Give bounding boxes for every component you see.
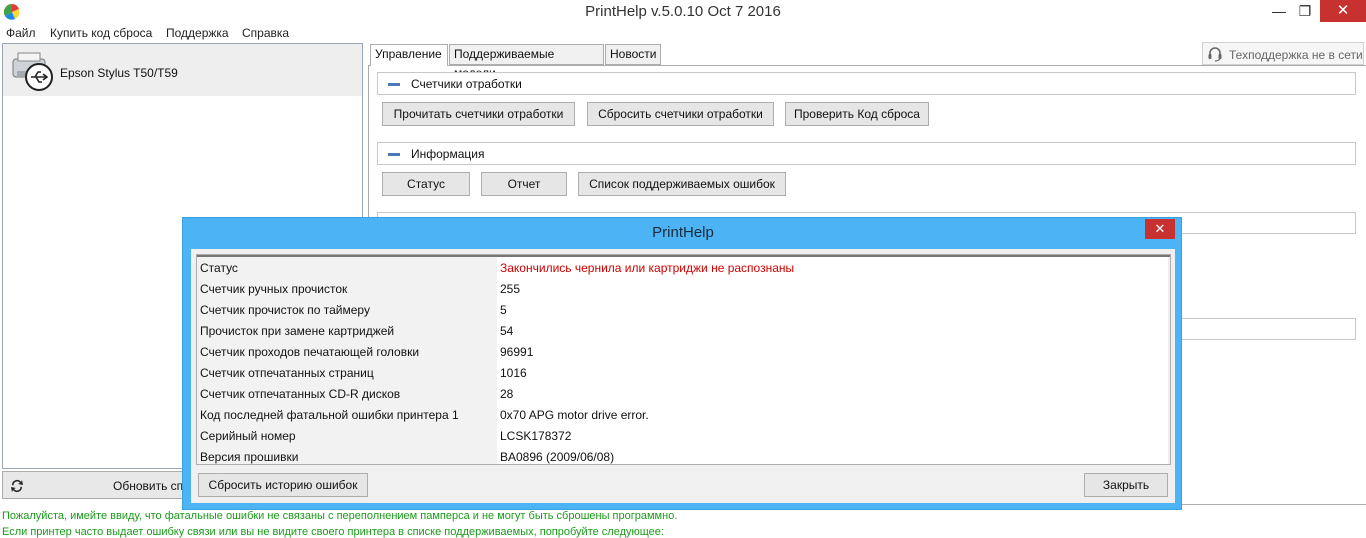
info-value: BA0896 (2009/06/08) xyxy=(500,450,615,464)
dialog-body: Статус Закончились чернила или картриджи… xyxy=(191,249,1175,503)
usb-printer-icon xyxy=(12,52,53,91)
report-button[interactable]: Отчет xyxy=(481,172,567,196)
info-row: Счетчик отпечатанных CD-R дисков 28 xyxy=(197,383,1170,404)
info-row: Счетчик проходов печатающей головки 9699… xyxy=(197,341,1170,362)
info-value: 1016 xyxy=(500,366,527,380)
info-value: 28 xyxy=(500,387,514,401)
info-row: Счетчик ручных прочисток 255 xyxy=(197,278,1170,299)
info-value: 5 xyxy=(500,303,507,317)
info-key: Счетчик прочисток по таймеру xyxy=(200,303,370,317)
info-row: Серийный номер LCSK178372 xyxy=(197,425,1170,446)
window-title: PrintHelp v.5.0.10 Oct 7 2016 xyxy=(585,3,781,20)
info-value: 54 xyxy=(500,324,514,338)
info-row: Прочисток при замене картриджей 54 xyxy=(197,320,1170,341)
headset-icon xyxy=(1208,47,1222,62)
info-row: Счетчик отпечатанных страниц 1016 xyxy=(197,362,1170,383)
info-key: Счетчик ручных прочисток xyxy=(200,282,348,296)
info-key: Версия прошивки xyxy=(200,450,299,464)
info-key: Статус xyxy=(200,261,238,275)
reset-counters-button[interactable]: Сбросить счетчики отработки xyxy=(587,102,774,126)
tab-supported-models[interactable]: Поддерживаемые модели xyxy=(449,44,604,80)
status-info-list: Статус Закончились чернила или картриджи… xyxy=(196,254,1171,465)
status-dialog: PrintHelp ✕ Статус Закончились чернила и… xyxy=(182,217,1182,510)
supported-errors-button[interactable]: Список поддерживаемых ошибок xyxy=(578,172,786,196)
info-value: 96991 xyxy=(500,345,534,359)
close-window-button[interactable]: ✕ xyxy=(1320,0,1366,22)
info-value: 0x70 APG motor drive error. xyxy=(500,408,649,422)
section-counters-title: Счетчики отработки xyxy=(411,77,522,91)
title-bar: PrintHelp v.5.0.10 Oct 7 2016 — ❐ ✕ xyxy=(0,0,1366,24)
check-reset-code-button[interactable]: Проверить Код сброса xyxy=(785,102,929,126)
info-value: Закончились чернила или картриджи не рас… xyxy=(500,261,795,275)
section-info[interactable]: Информация xyxy=(377,142,1356,165)
info-key: Счетчик отпечатанных страниц xyxy=(200,366,374,380)
read-counters-button[interactable]: Прочитать счетчики отработки xyxy=(382,102,575,126)
menu-support[interactable]: Поддержка xyxy=(166,24,229,42)
info-key: Серийный номер xyxy=(200,429,296,443)
status-button[interactable]: Статус xyxy=(382,172,470,196)
list-scrollbar[interactable] xyxy=(1168,257,1170,464)
tab-management[interactable]: Управление xyxy=(370,44,448,66)
info-row: Код последней фатальной ошибки принтера … xyxy=(197,404,1170,425)
status-line: Если принтер часто выдает ошибку связи и… xyxy=(2,526,664,538)
collapse-icon xyxy=(388,83,400,86)
device-name: Epson Stylus T50/T59 xyxy=(60,66,178,80)
info-key: Прочисток при замене картриджей xyxy=(200,324,395,338)
menu-bar: Файл Купить код сброса Поддержка Справка xyxy=(0,24,1366,42)
refresh-icon xyxy=(11,480,23,492)
info-row: Счетчик прочисток по таймеру 5 xyxy=(197,299,1170,320)
info-key: Счетчик отпечатанных CD-R дисков xyxy=(200,387,401,401)
info-key: Код последней фатальной ошибки принтера … xyxy=(200,408,459,422)
section-counters[interactable]: Счетчики отработки xyxy=(377,72,1356,95)
support-status-label: Техподдержка не в сети xyxy=(1229,48,1363,62)
status-line: Пожалуйста, имейте ввиду, что фатальные … xyxy=(2,510,678,522)
info-key: Счетчик проходов печатающей головки xyxy=(200,345,420,359)
tab-news[interactable]: Новости xyxy=(605,44,661,65)
dialog-title: PrintHelp xyxy=(652,224,714,241)
info-value: 255 xyxy=(500,282,521,296)
dialog-close-button[interactable]: ✕ xyxy=(1145,219,1175,239)
menu-file[interactable]: Файл xyxy=(6,24,36,42)
section-info-title: Информация xyxy=(411,147,485,161)
device-list-item[interactable]: Epson Stylus T50/T59 xyxy=(3,44,362,96)
info-row: Статус Закончились чернила или картриджи… xyxy=(197,257,1170,278)
support-status[interactable]: Техподдержка не в сети xyxy=(1202,42,1364,65)
menu-help[interactable]: Справка xyxy=(242,24,289,42)
dialog-close-action-button[interactable]: Закрыть xyxy=(1084,473,1168,497)
info-value: LCSK178372 xyxy=(500,429,572,443)
menu-buy-code[interactable]: Купить код сброса xyxy=(50,24,152,42)
refresh-list-button[interactable]: Обновить сп xyxy=(2,471,192,499)
maximize-button[interactable]: ❐ xyxy=(1288,0,1322,22)
info-row: Версия прошивки BA0896 (2009/06/08) xyxy=(197,446,1170,464)
refresh-label: Обновить сп xyxy=(113,479,184,493)
collapse-icon xyxy=(388,153,400,156)
reset-error-history-button[interactable]: Сбросить историю ошибок xyxy=(198,473,368,497)
